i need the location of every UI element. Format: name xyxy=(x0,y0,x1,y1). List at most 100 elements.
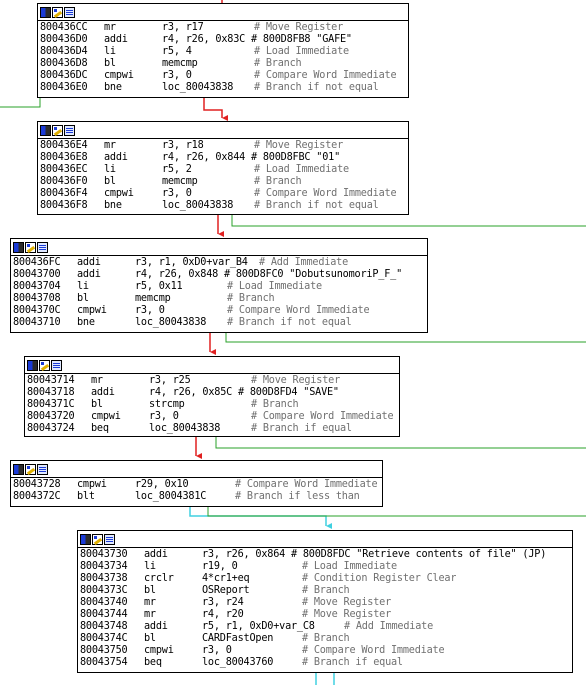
block-header xyxy=(11,461,382,478)
text-view-icon[interactable] xyxy=(51,359,62,371)
color-icon[interactable] xyxy=(92,533,103,545)
comment: # Compare Word Immediate xyxy=(251,411,394,422)
comment: # Branch if less than xyxy=(235,491,360,502)
operands: memcmp xyxy=(162,176,198,187)
address-label: 80043710 xyxy=(13,317,61,328)
code-block-3[interactable]: 800436FC addi r3, r1, 0xD0+var_B4 # Add Imm… xyxy=(10,238,428,333)
asm-line[interactable]: 800436E8 addi r4, r26, 0x844 # 800D8FBC "0… xyxy=(40,152,408,164)
graph-view-icon[interactable] xyxy=(27,359,38,371)
asm-line[interactable]: 80043738 crclr 4*cr1+eq # Condition Registe… xyxy=(80,573,572,585)
mnemonic: bl xyxy=(144,585,156,596)
code-block-4[interactable]: 80043714 mr r3, r25 # Move Register 8004371… xyxy=(24,356,400,437)
comment: # Load Immediate xyxy=(254,46,349,57)
operands: r4, r20 xyxy=(202,609,244,620)
comment: # Load Immediate xyxy=(227,281,322,292)
address-label: 800436D8 xyxy=(40,58,88,69)
asm-line[interactable]: 800436F8 bne loc_80043838 # Branch if not e… xyxy=(40,200,408,212)
operands: r5, 2 xyxy=(162,164,192,175)
text-view-icon[interactable] xyxy=(37,463,48,475)
asm-line[interactable]: 80043718 addi r4, r26, 0x85C # 800D8FD4 "S… xyxy=(27,387,399,399)
operands[interactable]: CARDFastOpen xyxy=(202,633,302,645)
comment: # Add Immediate xyxy=(344,621,434,632)
operands[interactable]: loc_80043838 xyxy=(135,317,227,329)
asm-line[interactable]: 80043708 bl memcmp # Branch xyxy=(13,293,427,305)
asm-line[interactable]: 80043754 beq loc_80043760 # Branch if equal xyxy=(80,657,572,669)
address-label: 800436F4 xyxy=(40,188,88,199)
asm-line[interactable]: 80043720 cmpwi r3, 0 # Compare Word Immedia… xyxy=(27,411,399,423)
asm-line[interactable]: 80043744 mr r4, r20 # Move Register xyxy=(80,609,572,621)
operands[interactable]: loc_80043838 xyxy=(162,200,254,212)
asm-line[interactable]: 800436D4 li r5, 4 # Load Immediate xyxy=(40,46,408,58)
operands[interactable]: loc_8004381C xyxy=(135,491,235,503)
asm-line[interactable]: 80043728 cmpwi r29, 0x10 # Compare Word Imm… xyxy=(13,479,382,491)
address-label: 80043700 xyxy=(13,269,61,280)
code-block-1[interactable]: 800436CC mr r3, r17 # Move Register 800436D… xyxy=(37,3,409,98)
asm-line[interactable]: 800436E0 bne loc_80043838 # Branch if not e… xyxy=(40,82,408,94)
asm-line[interactable]: 800436D8 bl memcmp # Branch xyxy=(40,58,408,70)
address-label: 80043744 xyxy=(80,609,128,620)
mnemonic: bl xyxy=(91,399,103,410)
color-icon[interactable] xyxy=(52,6,63,18)
asm-line[interactable]: 80043700 addi r4, r26, 0x848 # 800D8FC0 "D… xyxy=(13,269,427,281)
comment: # Branch if not equal xyxy=(254,200,379,211)
address-label: 80043738 xyxy=(80,573,128,584)
asm-line[interactable]: 800436E4 mr r3, r18 # Move Register xyxy=(40,140,408,152)
color-icon[interactable] xyxy=(52,124,63,136)
block-body: 800436CC mr r3, r17 # Move Register 800436D… xyxy=(38,21,408,94)
mnemonic: beq xyxy=(91,423,109,434)
color-icon[interactable] xyxy=(25,241,36,253)
code-block-2[interactable]: 800436E4 mr r3, r18 # Move Register 800436E… xyxy=(37,121,409,215)
asm-line[interactable]: 800436EC li r5, 2 # Load Immediate xyxy=(40,164,408,176)
address-label: 80043750 xyxy=(80,645,128,656)
asm-line[interactable]: 80043710 bne loc_80043838 # Branch if not e… xyxy=(13,317,427,329)
asm-line[interactable]: 80043704 li r5, 0x11 # Load Immediate xyxy=(13,281,427,293)
asm-line[interactable]: 80043740 mr r3, r24 # Move Register xyxy=(80,597,572,609)
asm-line[interactable]: 80043724 beq loc_80043838 # Branch if equal xyxy=(27,423,399,435)
graph-view-icon[interactable] xyxy=(13,463,24,475)
color-icon[interactable] xyxy=(25,463,36,475)
address-label: 80043714 xyxy=(27,375,75,386)
text-view-icon[interactable] xyxy=(37,241,48,253)
asm-line[interactable]: 80043734 li r19, 0 # Load Immediate xyxy=(80,561,572,573)
comment: # Branch xyxy=(251,399,299,410)
mnemonic: addi xyxy=(104,34,128,45)
operands[interactable]: loc_80043760 xyxy=(202,657,302,669)
asm-line[interactable]: 8004370C cmpwi r3, 0 # Compare Word Immedia… xyxy=(13,305,427,317)
operands[interactable]: strcmp xyxy=(149,399,251,411)
color-icon[interactable] xyxy=(39,359,50,371)
mnemonic: bne xyxy=(77,317,95,328)
block-body: 80043714 mr r3, r25 # Move Register 8004371… xyxy=(25,374,399,435)
mnemonic: crclr xyxy=(144,573,174,584)
graph-view-icon[interactable] xyxy=(40,124,51,136)
asm-line[interactable]: 80043730 addi r3, r26, 0x864 # 800D8FDC "R… xyxy=(80,549,572,561)
text-view-icon[interactable] xyxy=(64,6,75,18)
block-header xyxy=(25,357,399,374)
asm-line[interactable]: 8004373C bl OSReport # Branch xyxy=(80,585,572,597)
asm-line[interactable]: 80043750 cmpwi r3, 0 # Compare Word Immedia… xyxy=(80,645,572,657)
graph-view-icon[interactable] xyxy=(40,6,51,18)
asm-line[interactable]: 8004372C blt loc_8004381C # Branch if less … xyxy=(13,491,382,503)
comment: # Compare Word Immediate xyxy=(254,188,397,199)
address-label: 8004374C xyxy=(80,633,128,644)
asm-line[interactable]: 800436DC cmpwi r3, 0 # Compare Word Immedia… xyxy=(40,70,408,82)
text-view-icon[interactable] xyxy=(104,533,115,545)
operands[interactable]: loc_80043838 xyxy=(162,82,254,94)
asm-line[interactable]: 80043748 addi r5, r1, 0xD0+var_C8 # Add Imm… xyxy=(80,621,572,633)
text-view-icon[interactable] xyxy=(64,124,75,136)
asm-line[interactable]: 8004374C bl CARDFastOpen # Branch xyxy=(80,633,572,645)
code-block-5[interactable]: 80043728 cmpwi r29, 0x10 # Compare Word Imm… xyxy=(10,460,383,507)
asm-line[interactable]: 800436F4 cmpwi r3, 0 # Compare Word Immedia… xyxy=(40,188,408,200)
code-block-6[interactable]: 80043730 addi r3, r26, 0x864 # 800D8FDC "R… xyxy=(77,530,573,673)
asm-line[interactable]: 80043714 mr r3, r25 # Move Register xyxy=(27,375,399,387)
asm-line[interactable]: 800436FC addi r3, r1, 0xD0+var_B4 # Add Imm… xyxy=(13,257,427,269)
asm-line[interactable]: 8004371C bl strcmp # Branch xyxy=(27,399,399,411)
graph-view-icon[interactable] xyxy=(80,533,91,545)
asm-line[interactable]: 800436D0 addi r4, r26, 0x83C # 800D8FB8 "G… xyxy=(40,34,408,46)
graph-view-icon[interactable] xyxy=(13,241,24,253)
asm-line[interactable]: 800436F0 bl memcmp # Branch xyxy=(40,176,408,188)
operands[interactable]: loc_80043838 xyxy=(149,423,251,435)
asm-line[interactable]: 800436CC mr r3, r17 # Move Register xyxy=(40,22,408,34)
operands[interactable]: OSReport xyxy=(202,585,302,597)
address-label: 80043718 xyxy=(27,387,75,398)
operands: memcmp xyxy=(162,58,198,69)
